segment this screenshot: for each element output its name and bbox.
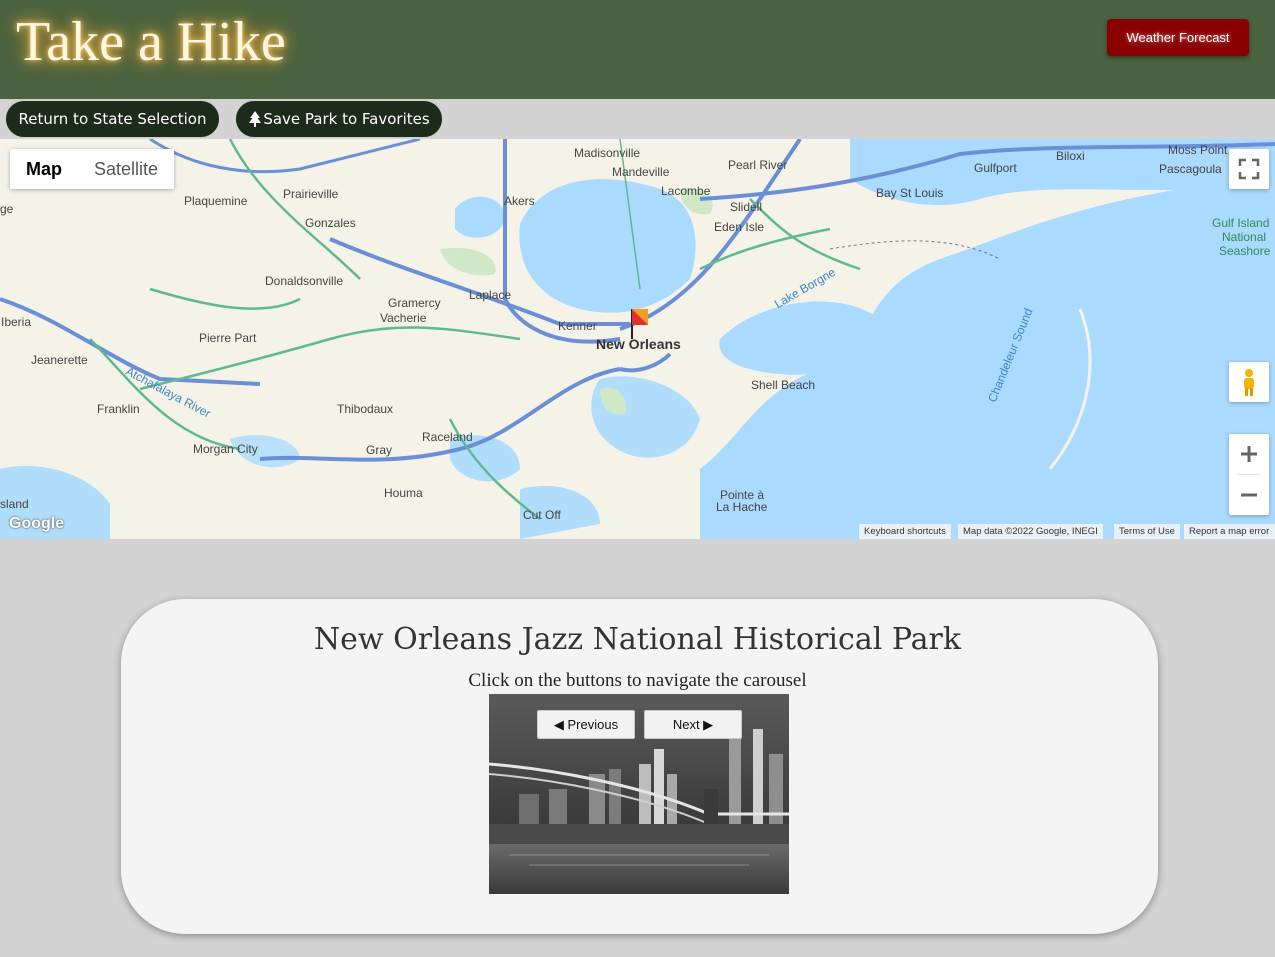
map-label-gramercy: Gramercy bbox=[388, 296, 441, 310]
carousel-image bbox=[489, 694, 789, 894]
pegman-icon bbox=[1244, 369, 1254, 396]
carousel-next-button[interactable]: Next ▶ bbox=[644, 710, 742, 739]
weather-forecast-button[interactable]: Weather Forecast bbox=[1107, 19, 1249, 56]
map-label-franklin: Franklin bbox=[97, 402, 140, 416]
map-label-ge: ge bbox=[0, 202, 14, 216]
save-favorite-label: Save Park to Favorites bbox=[263, 110, 430, 128]
map-label-moss-point: Moss Point bbox=[1168, 143, 1228, 157]
map-label-houma: Houma bbox=[384, 486, 423, 500]
minus-icon bbox=[1241, 493, 1257, 497]
map-label-kenner: Kenner bbox=[558, 319, 597, 333]
map-label-pearl-river: Pearl River bbox=[728, 158, 788, 172]
map-label-akers: Akers bbox=[504, 194, 535, 208]
map-label-raceland: Raceland bbox=[422, 430, 473, 444]
map-label-vacherie: Vacherie bbox=[380, 311, 427, 325]
map-label-gray: Gray bbox=[366, 443, 393, 457]
map-label-cut-off: Cut Off bbox=[523, 508, 561, 522]
map-label-plaquemine: Plaquemine bbox=[184, 194, 248, 208]
map-label-mandeville: Mandeville bbox=[612, 165, 670, 179]
map-label-pierre-part: Pierre Part bbox=[199, 331, 257, 345]
map-data-attribution: Map data ©2022 Google, INEGI bbox=[958, 524, 1103, 539]
map-type-map-button[interactable]: Map bbox=[10, 149, 78, 189]
map-label-gulf-islands-2: National bbox=[1222, 230, 1267, 244]
map-label-prairieville: Prairieville bbox=[283, 187, 339, 201]
map-type-satellite-button[interactable]: Satellite bbox=[78, 149, 174, 189]
map-label-slidell: Slidell bbox=[730, 200, 763, 214]
map-label-pascagoula: Pascagoula bbox=[1159, 162, 1222, 176]
google-logo: Google bbox=[9, 515, 65, 532]
map-label-madisonville: Madisonville bbox=[574, 146, 641, 160]
map-label-iberia: Iberia bbox=[1, 315, 32, 329]
carousel-previous-button[interactable]: ◀ Previous bbox=[537, 710, 635, 739]
zoom-in-button[interactable] bbox=[1229, 434, 1269, 474]
save-favorite-button[interactable]: Save Park to Favorites bbox=[235, 100, 443, 138]
park-title: New Orleans Jazz National Historical Par… bbox=[313, 622, 962, 657]
zoom-out-button[interactable] bbox=[1229, 475, 1269, 515]
fullscreen-button[interactable] bbox=[1229, 149, 1269, 189]
site-header: Take a Hike Weather Forecast bbox=[0, 0, 1275, 99]
map-label-gulfport: Gulfport bbox=[974, 161, 1017, 175]
map-label-pointe-a-la-hache-2: La Hache bbox=[716, 500, 768, 514]
zoom-control bbox=[1229, 434, 1269, 515]
city-skyline-image bbox=[489, 694, 789, 894]
map-label-morgan-city: Morgan City bbox=[193, 442, 258, 456]
tree-icon bbox=[249, 111, 262, 127]
map-label-gonzales: Gonzales bbox=[305, 216, 356, 230]
terms-of-use-link[interactable]: Terms of Use bbox=[1114, 524, 1180, 539]
map-label-lacombe: Lacombe bbox=[661, 184, 711, 198]
map-label-donaldsonville: Donaldsonville bbox=[265, 274, 344, 288]
carousel-instructions: Click on the buttons to navigate the car… bbox=[468, 670, 807, 691]
map-label-biloxi: Biloxi bbox=[1056, 149, 1085, 163]
map-label-jeanerette: Jeanerette bbox=[31, 353, 88, 367]
report-map-error-link[interactable]: Report a map error bbox=[1184, 524, 1275, 539]
map-label-new-orleans: New Orleans bbox=[596, 336, 681, 352]
fullscreen-icon bbox=[1238, 158, 1260, 180]
map-label-bay-st-louis: Bay St Louis bbox=[876, 186, 944, 200]
plus-icon bbox=[1241, 446, 1257, 462]
map-type-control: Map Satellite bbox=[10, 149, 175, 189]
street-view-pegman[interactable] bbox=[1229, 362, 1269, 402]
map-label-eden-isle: Eden Isle bbox=[714, 220, 765, 234]
map-label-shell-beach: Shell Beach bbox=[751, 378, 816, 392]
map-label-laplace: Laplace bbox=[469, 288, 512, 302]
map-label-island: sland bbox=[0, 497, 29, 511]
map-label-gulf-islands-3: Seashore bbox=[1219, 244, 1271, 258]
park-map[interactable]: New Orleans Kenner Laplace Madisonville … bbox=[0, 139, 1275, 539]
return-to-state-button[interactable]: Return to State Selection bbox=[5, 100, 220, 138]
map-label-gulf-islands-1: Gulf Island bbox=[1212, 216, 1270, 230]
map-label-thibodaux: Thibodaux bbox=[337, 402, 394, 416]
site-title: Take a Hike bbox=[16, 11, 286, 73]
keyboard-shortcuts-link[interactable]: Keyboard shortcuts bbox=[859, 524, 951, 539]
